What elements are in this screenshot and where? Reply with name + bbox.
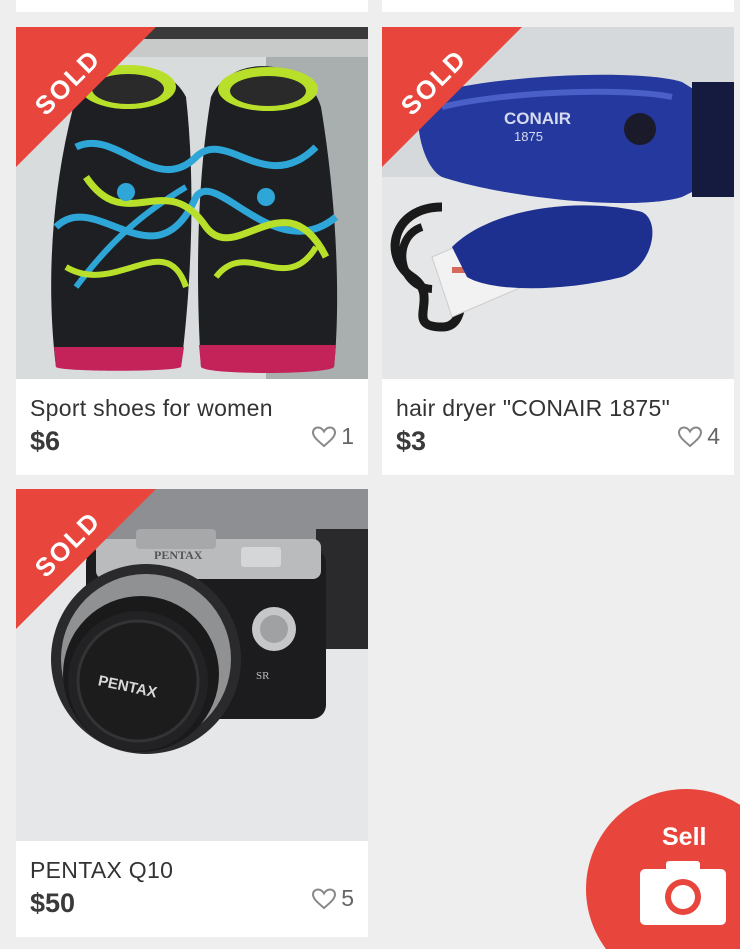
like-count: 5 <box>341 885 354 911</box>
camera-icon <box>640 861 726 925</box>
listing-info: hair dryer "CONAIR 1875" $3 4 <box>382 379 734 475</box>
listings-page: SOLD Sport shoes for women $6 1 CONAIR 1… <box>0 0 740 949</box>
sold-ribbon: SOLD <box>16 489 156 629</box>
like-button[interactable]: 1 <box>311 423 354 450</box>
like-count: 1 <box>341 423 354 449</box>
listing-card[interactable]: PENTAX SR PENTAX SOLD PENTAX Q10 $50 5 <box>16 489 368 937</box>
like-button[interactable]: 4 <box>677 423 720 450</box>
heart-icon <box>312 887 337 909</box>
listing-card[interactable]: SOLD Sport shoes for women $6 1 <box>16 27 368 475</box>
listing-title[interactable]: Sport shoes for women <box>30 395 273 422</box>
like-count: 4 <box>707 423 720 449</box>
listing-price: $6 <box>30 426 61 456</box>
sport-shoes-photo[interactable]: SOLD <box>16 27 368 379</box>
listing-card[interactable]: CONAIR 1875 SOLD hair dryer "CONAIR 1875… <box>382 27 734 475</box>
camera-brand-top: PENTAX <box>154 548 203 562</box>
listing-card-partial[interactable] <box>382 0 734 12</box>
sell-label: Sell <box>662 823 707 851</box>
heart-icon <box>312 425 337 447</box>
hair-dryer-photo[interactable]: CONAIR 1875 SOLD <box>382 27 734 379</box>
listing-price: $3 <box>396 426 427 456</box>
listing-info: Sport shoes for women $6 1 <box>16 379 368 475</box>
sold-ribbon: SOLD <box>382 27 522 167</box>
listing-price: $50 <box>30 888 76 918</box>
like-button[interactable]: 5 <box>311 885 354 912</box>
heart-icon <box>678 425 703 447</box>
camera-sr-label: SR <box>256 670 270 682</box>
listing-title[interactable]: hair dryer "CONAIR 1875" <box>396 395 670 422</box>
sell-button[interactable]: Sell <box>586 789 740 949</box>
listing-title[interactable]: PENTAX Q10 <box>30 857 173 884</box>
listing-card-partial[interactable] <box>16 0 368 12</box>
camera-photo[interactable]: PENTAX SR PENTAX SOLD <box>16 489 368 841</box>
listing-info: PENTAX Q10 $50 5 <box>16 841 368 937</box>
sold-ribbon: SOLD <box>16 27 156 167</box>
